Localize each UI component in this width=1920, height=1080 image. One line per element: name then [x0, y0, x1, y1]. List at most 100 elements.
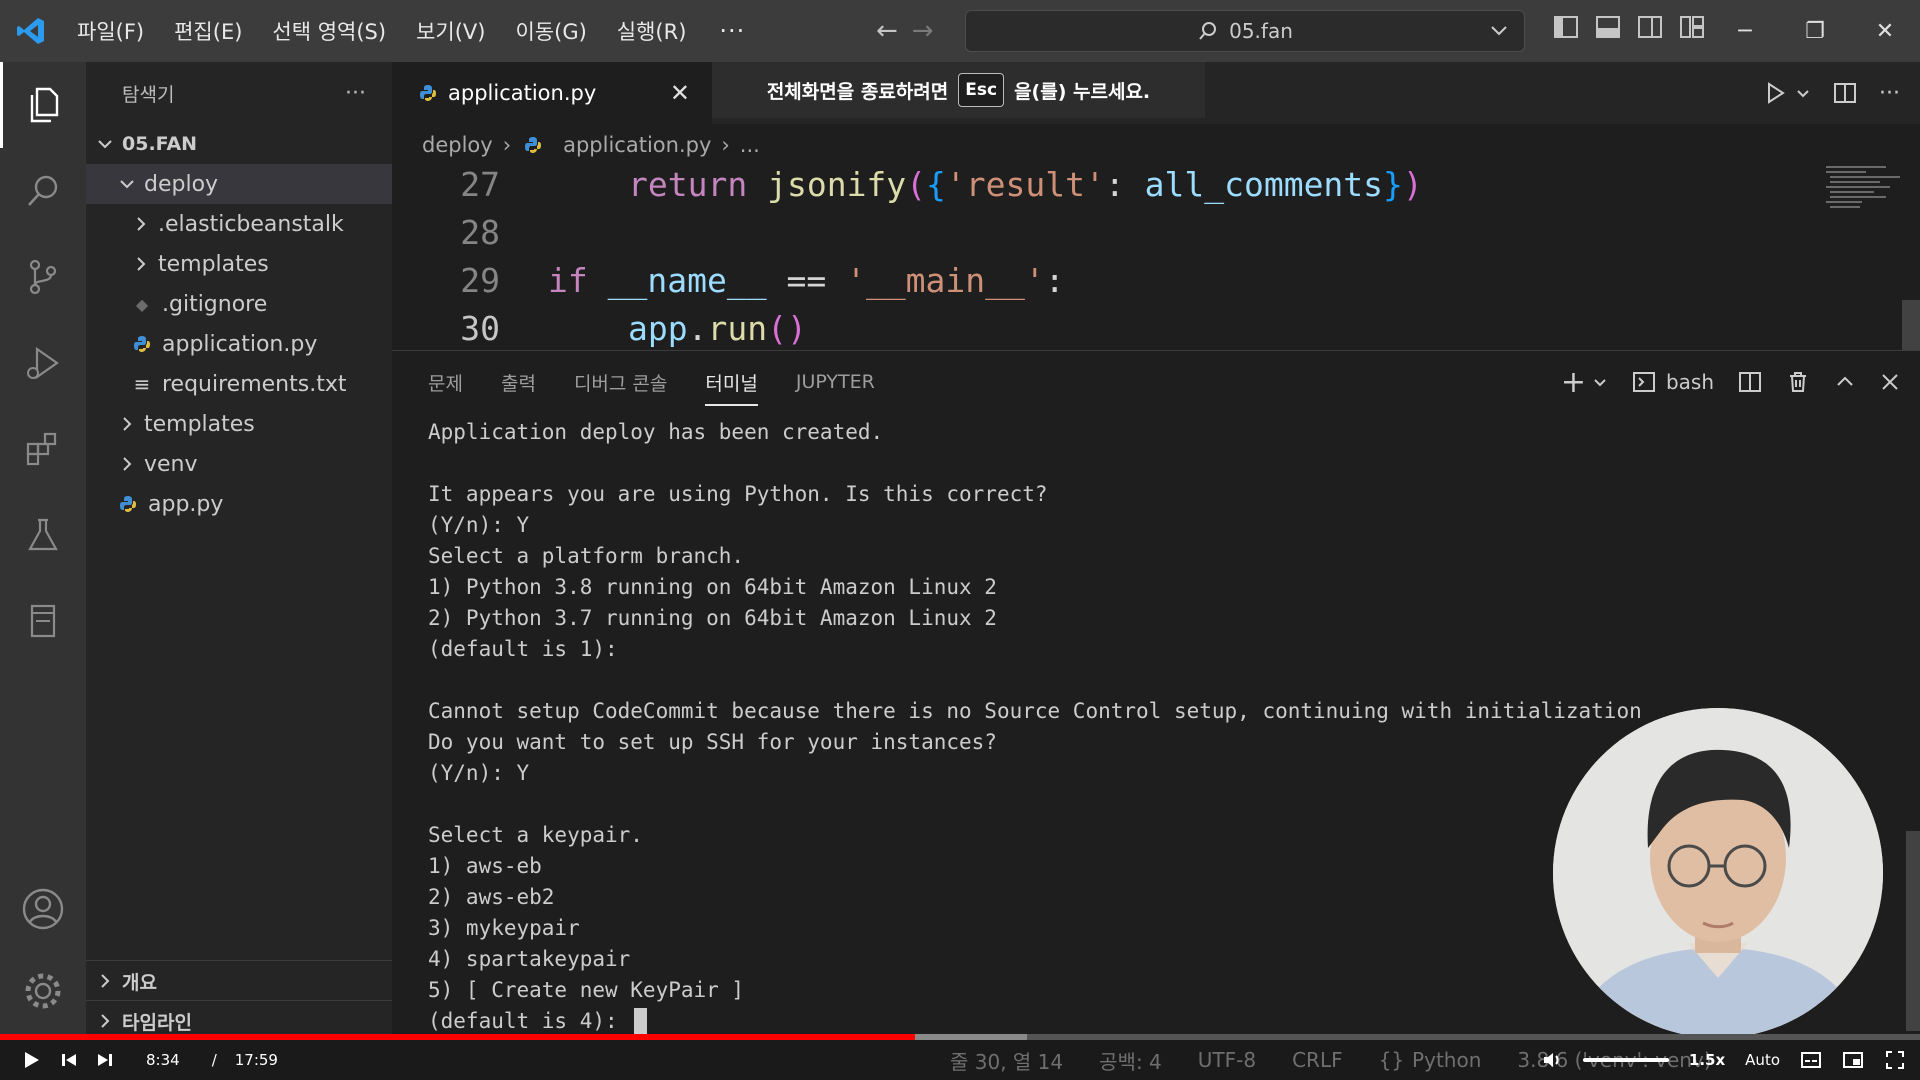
- volume-slider[interactable]: [1582, 1058, 1669, 1062]
- toggle-secondary-sidebar-icon[interactable]: [1637, 14, 1663, 40]
- tree-folder-templates-deploy[interactable]: templates: [86, 244, 392, 284]
- line-number: 29: [460, 260, 500, 300]
- fullscreen-notice-after: 을(를) 누르세요.: [1014, 80, 1151, 103]
- minimize-icon[interactable]: ─: [1710, 0, 1780, 62]
- code-text: return jsonify({'result': all_comments}): [628, 164, 1423, 204]
- terminal-shell-selector[interactable]: bash: [1632, 370, 1714, 394]
- menu-run[interactable]: 실행(R): [602, 0, 702, 62]
- breadcrumb-symbol[interactable]: ...: [740, 133, 760, 157]
- editor-more-icon[interactable]: ···: [1879, 81, 1900, 106]
- status-indentation[interactable]: 공백: 4: [1099, 1046, 1162, 1075]
- panel-tabs: 문제 출력 디버그 콘솔 터미널 JUPYTER + bash: [392, 351, 1920, 413]
- terminal-scrollbar[interactable]: [1906, 831, 1920, 1031]
- tree-folder-venv[interactable]: venv: [86, 444, 392, 484]
- chevron-down-icon[interactable]: [1795, 85, 1811, 101]
- tree-folder-elasticbeanstalk[interactable]: .elasticbeanstalk: [86, 204, 392, 244]
- breadcrumb-folder[interactable]: deploy: [422, 133, 493, 157]
- terminal-output[interactable]: Application deploy has been created. ​ It …: [428, 417, 1642, 1037]
- chevron-right-icon: [130, 255, 152, 273]
- vscode-logo-icon: [0, 0, 62, 62]
- explorer-more-button[interactable]: ···: [345, 81, 366, 106]
- tree-file-requirements[interactable]: ≡ requirements.txt: [86, 364, 392, 404]
- python-file-icon: [416, 84, 440, 102]
- tab-terminal[interactable]: 터미널: [705, 369, 758, 406]
- chevron-down-icon[interactable]: [1488, 19, 1510, 41]
- tree-folder-deploy[interactable]: deploy: [86, 164, 392, 204]
- tab-label: application.py: [448, 81, 597, 105]
- explorer-icon[interactable]: [0, 62, 86, 148]
- minimap[interactable]: [1822, 160, 1920, 350]
- status-language[interactable]: {} Python: [1379, 1048, 1482, 1072]
- menu-go[interactable]: 이동(G): [500, 0, 601, 62]
- terminal-line: (Y/n): Y: [428, 761, 530, 785]
- previous-icon[interactable]: [60, 1051, 78, 1069]
- volume-icon[interactable]: [1541, 1049, 1563, 1071]
- customize-layout-icon[interactable]: [1679, 14, 1705, 40]
- menu-view[interactable]: 보기(V): [401, 0, 500, 62]
- terminal-line: ​: [428, 789, 1642, 820]
- subtitles-icon[interactable]: [1800, 1049, 1822, 1071]
- status-eol[interactable]: CRLF: [1292, 1048, 1343, 1072]
- workspace-root[interactable]: 05.FAN: [86, 124, 392, 164]
- code-editor[interactable]: 27 return jsonify({'result': all_comment…: [392, 160, 1822, 350]
- split-editor-icon[interactable]: [1833, 81, 1857, 105]
- breadcrumb-file[interactable]: application.py: [563, 133, 711, 157]
- playback-speed[interactable]: 1.5x: [1689, 1051, 1725, 1069]
- split-terminal-icon[interactable]: [1738, 370, 1762, 394]
- toggle-panel-icon[interactable]: [1595, 14, 1621, 40]
- video-quality[interactable]: Auto: [1745, 1051, 1780, 1069]
- tree-item-label: .elasticbeanstalk: [158, 211, 344, 237]
- testing-flask-icon[interactable]: [0, 492, 86, 578]
- terminal-prompt: (default is 4):: [428, 1009, 631, 1033]
- video-player-controls: 8:34 / 17:59 줄 30, 열 14 공백: 4 UTF-8 CRLF…: [0, 1040, 1920, 1080]
- tab-application-py[interactable]: application.py ✕: [392, 62, 712, 124]
- notebook-icon[interactable]: [0, 578, 86, 664]
- fullscreen-icon[interactable]: [1884, 1049, 1906, 1071]
- picture-in-picture-icon[interactable]: [1842, 1049, 1864, 1071]
- account-icon[interactable]: [0, 866, 86, 952]
- extensions-icon[interactable]: [0, 406, 86, 492]
- menu-selection[interactable]: 선택 영역(S): [257, 0, 401, 62]
- back-arrow-icon[interactable]: ←: [876, 16, 898, 46]
- settings-gear-icon[interactable]: [0, 948, 86, 1034]
- close-tab-icon[interactable]: ✕: [670, 79, 690, 107]
- menu-edit[interactable]: 편집(E): [159, 0, 257, 62]
- status-cursor-position[interactable]: 줄 30, 열 14: [950, 1046, 1063, 1075]
- tree-file-app-py[interactable]: app.py: [86, 484, 392, 524]
- trash-icon[interactable]: [1786, 370, 1810, 394]
- tab-debug-console[interactable]: 디버그 콘솔: [574, 369, 667, 396]
- search-activity-icon[interactable]: [0, 148, 86, 234]
- python-file-icon: [130, 335, 154, 353]
- terminal-line: 2) Python 3.7 running on 64bit Amazon Li…: [428, 606, 997, 630]
- close-panel-icon[interactable]: [1880, 372, 1900, 392]
- tab-problems[interactable]: 문제: [428, 369, 463, 396]
- tree-file-gitignore[interactable]: ◆ .gitignore: [86, 284, 392, 324]
- restore-icon[interactable]: ❐: [1780, 0, 1850, 62]
- status-encoding[interactable]: UTF-8: [1198, 1048, 1256, 1072]
- source-control-icon[interactable]: [0, 234, 86, 320]
- line-number: 30: [460, 308, 500, 348]
- menu-more-button[interactable]: ···: [701, 17, 763, 45]
- tab-jupyter[interactable]: JUPYTER: [796, 371, 875, 393]
- run-file-icon[interactable]: [1763, 81, 1787, 105]
- tree-file-application-py[interactable]: application.py: [86, 324, 392, 364]
- new-terminal-icon[interactable]: +: [1561, 365, 1586, 400]
- presenter-webcam: [1553, 708, 1883, 1038]
- run-debug-icon[interactable]: [0, 320, 86, 406]
- fullscreen-exit-notice: 전체화면을 종료하려면 Esc 을(를) 누르세요.: [712, 62, 1205, 118]
- command-center-search[interactable]: 05.fan: [965, 10, 1525, 52]
- outline-section[interactable]: 개요: [86, 960, 392, 1001]
- tree-folder-templates[interactable]: templates: [86, 404, 392, 444]
- play-icon[interactable]: [20, 1049, 42, 1071]
- menu-file[interactable]: 파일(F): [62, 0, 159, 62]
- chevron-down-icon[interactable]: [1592, 374, 1608, 390]
- toggle-primary-sidebar-icon[interactable]: [1553, 14, 1579, 40]
- terminal-line: Select a keypair.: [428, 823, 643, 847]
- close-window-icon[interactable]: ✕: [1850, 0, 1920, 62]
- next-icon[interactable]: [96, 1051, 114, 1069]
- tab-output[interactable]: 출력: [501, 369, 536, 396]
- line-number: 28: [460, 212, 500, 252]
- outline-label: 개요: [122, 971, 157, 994]
- maximize-panel-icon[interactable]: [1834, 371, 1856, 393]
- forward-arrow-icon[interactable]: →: [912, 16, 934, 46]
